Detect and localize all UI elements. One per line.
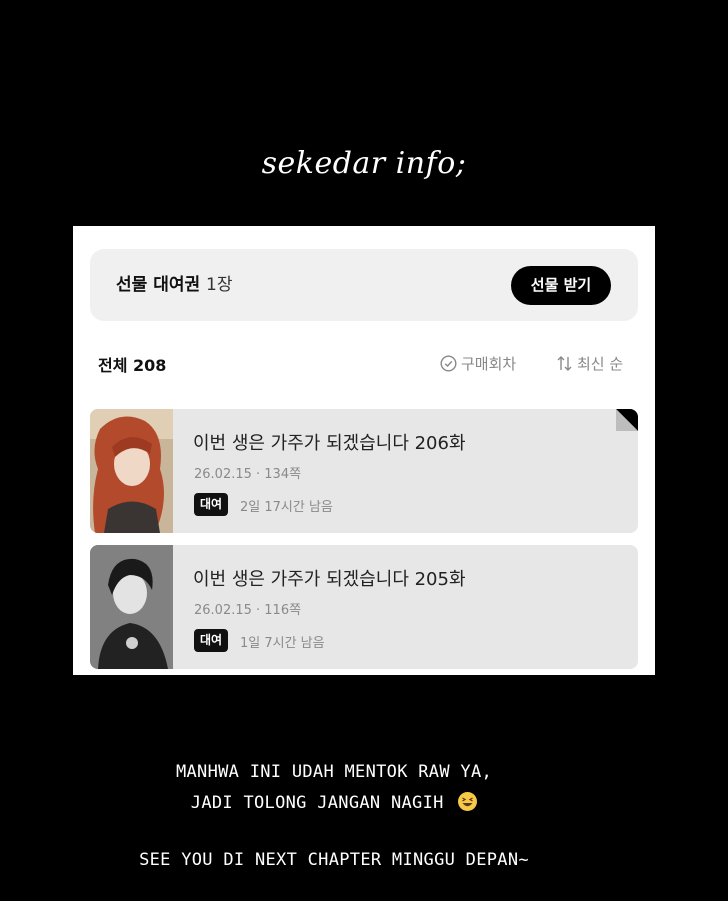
caption-line-2: JADI TOLONG JANGAN NAGIH (0, 792, 698, 813)
caption-line-2-text: JADI TOLONG JANGAN NAGIH (190, 793, 444, 813)
total-count: 전체 208 (98, 356, 167, 375)
episode-item[interactable]: 이번 생은 가주가 되겠습니다 205화 26.02.15 · 116쪽 대여 … (90, 545, 638, 669)
episode-thumbnail (90, 545, 173, 669)
gift-ticket-label: 선물 대여권 1장 (116, 249, 233, 321)
gift-ticket-count: 1장 (206, 275, 233, 295)
sort-order-label: 최신 순 (577, 355, 624, 373)
caption-line-3: SEE YOU DI NEXT CHAPTER MINGGU DEPAN~ (139, 850, 529, 870)
caption-line-1: MANHWA INI UDAH MENTOK RAW YA, (175, 762, 493, 782)
episode-meta: 26.02.15 · 134쪽 (194, 467, 302, 482)
episode-item[interactable]: 이번 생은 가주가 되겠습니다 206화 26.02.15 · 134쪽 대여 … (90, 409, 638, 533)
gift-ticket-title: 선물 대여권 (116, 275, 201, 295)
screenshot-card: 선물 대여권 1장 선물 받기 전체 208 구매회차 최신 순 이번 생은 가… (73, 226, 655, 675)
receive-gift-button[interactable]: 선물 받기 (511, 266, 611, 305)
rental-badge: 대여 (194, 629, 229, 652)
sort-order[interactable]: 최신 순 (556, 353, 623, 374)
episode-meta: 26.02.15 · 116쪽 (194, 603, 302, 618)
rental-badge: 대여 (194, 493, 229, 516)
heading-text: sekedar info; (261, 146, 467, 181)
page-corner-icon (616, 409, 638, 431)
rental-remaining: 2일 17시간 남음 (240, 500, 333, 515)
check-circle-icon (440, 355, 457, 372)
gift-ticket-bar: 선물 대여권 1장 선물 받기 (90, 249, 638, 321)
episode-title: 이번 생은 가주가 되겠습니다 205화 (193, 569, 466, 590)
episode-title: 이번 생은 가주가 되겠습니다 206화 (193, 433, 466, 454)
episode-thumbnail (90, 409, 173, 533)
grinning-squinting-face-icon (458, 792, 478, 811)
purchased-filter-label: 구매회차 (461, 355, 517, 373)
rental-remaining: 1일 7시간 남음 (240, 636, 325, 651)
sort-arrows-icon (557, 356, 572, 371)
purchased-filter[interactable]: 구매회차 (440, 353, 516, 374)
